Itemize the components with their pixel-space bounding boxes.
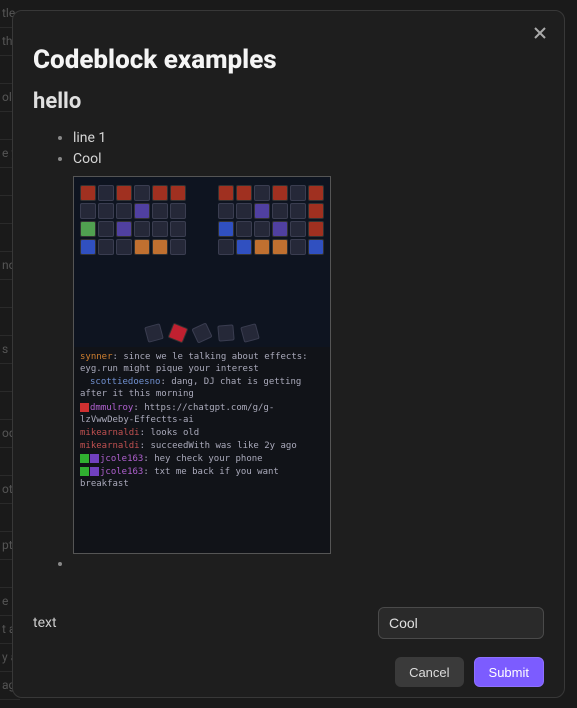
chat-line: mikearnaldi: succeedWith was like 2y ago xyxy=(80,440,324,452)
chat-text: since we le talking about effects: eyg.r… xyxy=(80,352,308,374)
chat-badge-icon xyxy=(90,467,99,476)
embedded-screenshot: synner: since we le talking about effect… xyxy=(73,176,331,554)
chat-badge-icon xyxy=(80,403,89,412)
list-item: line 1 xyxy=(73,128,544,149)
content-list-trailing xyxy=(33,554,544,575)
content-list: line 1Cool xyxy=(33,128,544,170)
close-icon xyxy=(533,26,547,40)
keyboard-scatter xyxy=(74,325,330,341)
chat-nick: jcole163 xyxy=(100,467,143,477)
chat-area: synner: since we le talking about effect… xyxy=(74,347,330,553)
close-button[interactable] xyxy=(528,21,552,45)
embedded-image-wrap: synner: since we le talking about effect… xyxy=(33,176,544,554)
chat-line: jcole163: hey check your phone xyxy=(80,453,324,465)
button-row: Cancel Submit xyxy=(33,657,544,687)
chat-badge-icon xyxy=(80,377,89,386)
chat-nick: mikearnaldi xyxy=(80,441,140,451)
chat-text: succeedWith was like 2y ago xyxy=(145,441,297,451)
modal-dialog: Codeblock examples hello line 1Cool xyxy=(12,10,565,698)
keyboard-area xyxy=(74,177,330,347)
form-row: text xyxy=(33,607,544,639)
keyboard-left xyxy=(80,185,186,327)
submit-button[interactable]: Submit xyxy=(474,657,544,687)
chat-badge-icon xyxy=(80,467,89,476)
text-input[interactable] xyxy=(378,607,544,639)
chat-text: hey check your phone xyxy=(149,454,263,464)
form-label-text: text xyxy=(33,615,57,631)
list-item-empty xyxy=(73,554,544,575)
chat-line: mikearnaldi: looks old xyxy=(80,427,324,439)
modal-title: Codeblock examples xyxy=(33,45,544,75)
list-item: Cool xyxy=(73,149,544,170)
chat-line: dmmulroy: https://chatgpt.com/g/g-lzVwwD… xyxy=(80,402,324,426)
chat-line: scottiedoesno: dang, DJ chat is getting … xyxy=(80,376,324,400)
modal-subtitle: hello xyxy=(33,89,544,114)
keyboard-right xyxy=(218,185,324,327)
chat-badge-icon xyxy=(80,454,89,463)
chat-nick: mikearnaldi xyxy=(80,428,140,438)
chat-nick: scottiedoesno xyxy=(90,377,160,387)
chat-nick: jcole163 xyxy=(100,454,143,464)
chat-badge-icon xyxy=(90,454,99,463)
chat-line: synner: since we le talking about effect… xyxy=(80,351,324,375)
cancel-button[interactable]: Cancel xyxy=(395,657,463,687)
chat-text: looks old xyxy=(145,428,199,438)
chat-line: jcole163: txt me back if you want breakf… xyxy=(80,466,324,490)
chat-nick: synner xyxy=(80,352,113,362)
chat-nick: dmmulroy xyxy=(90,403,133,413)
